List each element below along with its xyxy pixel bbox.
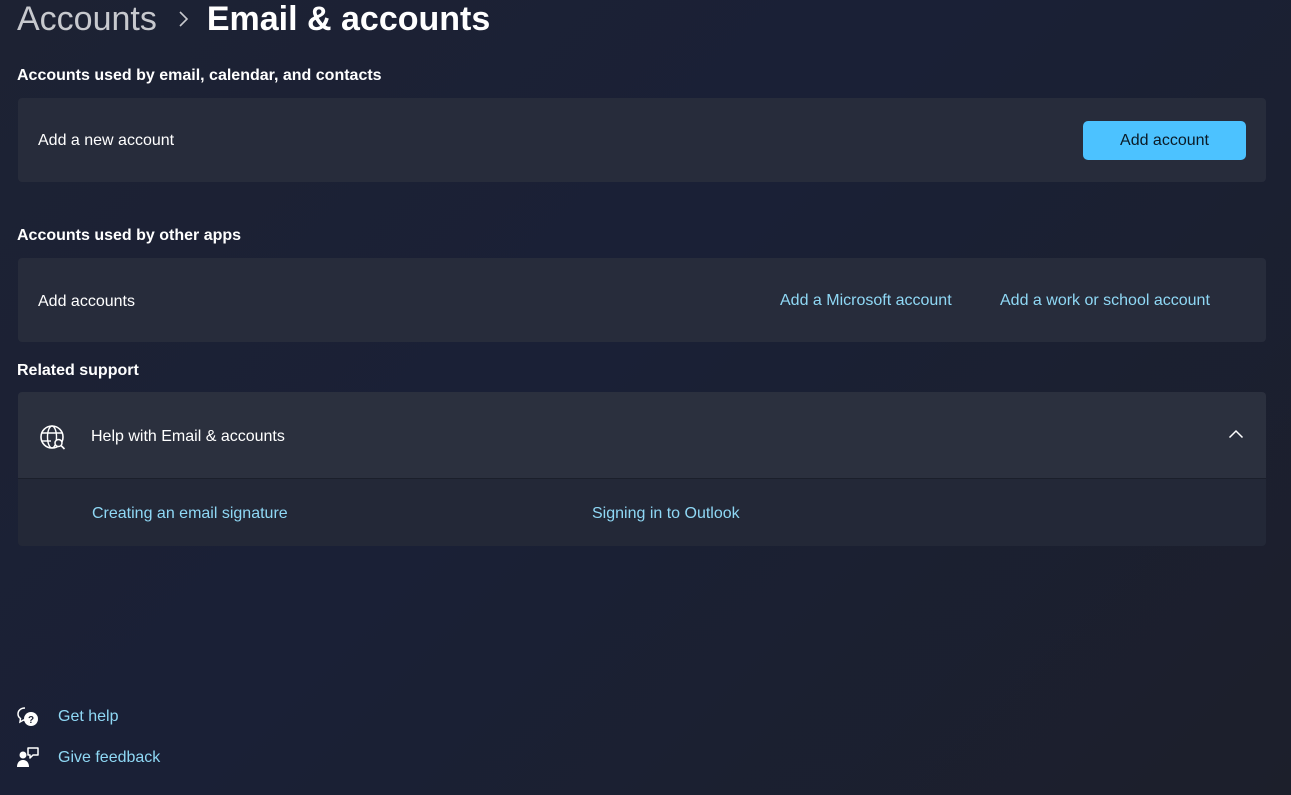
svg-text:?: ? — [28, 715, 34, 726]
section-title-email: Accounts used by email, calendar, and co… — [17, 67, 382, 84]
add-work-school-account-link[interactable]: Add a work or school account — [1000, 292, 1210, 310]
section-title-related-support: Related support — [17, 362, 139, 379]
add-accounts-label: Add accounts — [38, 293, 135, 310]
get-help-icon: ? — [16, 705, 40, 729]
globe-icon — [39, 424, 67, 450]
chevron-up-icon[interactable] — [1228, 429, 1244, 439]
add-new-account-label: Add a new account — [38, 132, 175, 149]
add-accounts-card: Add accounts Add a Microsoft account Add… — [18, 258, 1266, 342]
help-links-panel: Creating an email signature Signing in t… — [18, 478, 1266, 546]
give-feedback-icon — [16, 746, 40, 770]
breadcrumb-parent[interactable]: Accounts — [17, 0, 157, 39]
get-help-label: Get help — [58, 708, 119, 725]
add-new-account-card: Add a new account Add account — [18, 98, 1266, 182]
add-account-button[interactable]: Add account — [1083, 121, 1246, 160]
give-feedback-item[interactable]: Give feedback — [16, 746, 160, 770]
help-expander[interactable]: Help with Email & accounts — [18, 392, 1266, 478]
add-microsoft-account-link[interactable]: Add a Microsoft account — [780, 292, 952, 310]
help-title: Help with Email & accounts — [91, 428, 285, 445]
chevron-right-icon — [177, 10, 189, 28]
breadcrumb: Accounts Email & accounts — [17, 0, 490, 41]
section-title-other-apps: Accounts used by other apps — [17, 227, 242, 244]
give-feedback-label: Give feedback — [58, 749, 161, 766]
page-title: Email & accounts — [206, 0, 491, 38]
help-link-email-signature[interactable]: Creating an email signature — [92, 505, 288, 523]
get-help-item[interactable]: ? Get help — [16, 705, 118, 729]
help-link-signing-in-outlook[interactable]: Signing in to Outlook — [592, 505, 740, 523]
